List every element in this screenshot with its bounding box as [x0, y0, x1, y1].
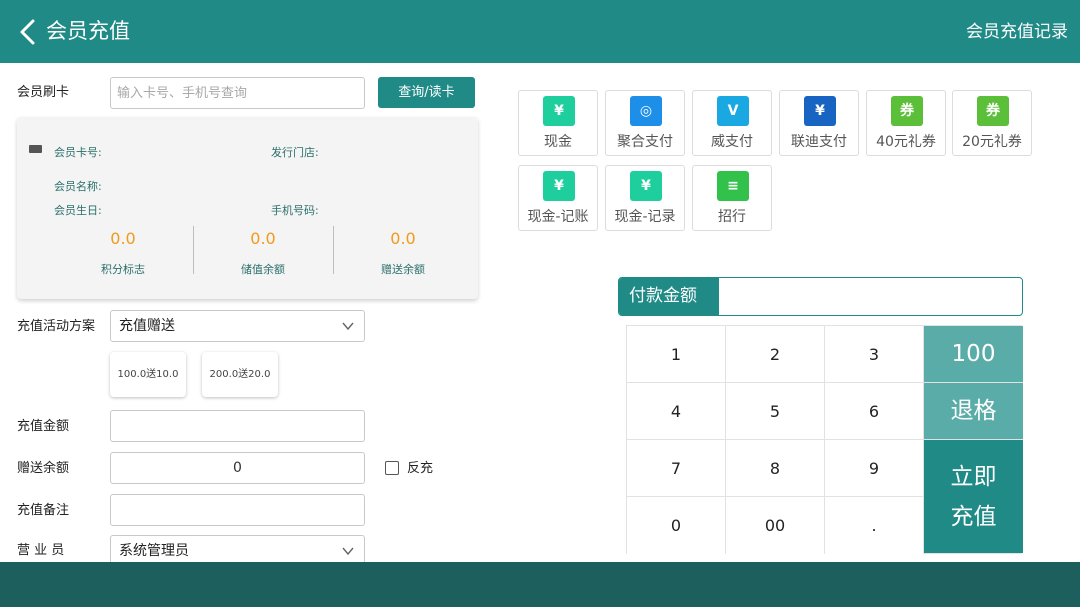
- recharge-plan-label: 充值活动方案: [17, 319, 96, 334]
- key-00[interactable]: 00: [726, 497, 825, 554]
- key-8[interactable]: 8: [726, 440, 825, 497]
- points-label: 积分标志: [101, 263, 145, 276]
- recharge-amount-field[interactable]: [110, 410, 365, 442]
- bottom-bar: [0, 562, 1080, 607]
- cash-icon: ¥: [630, 171, 662, 201]
- plan-option-chip[interactable]: 100.0送10.0: [110, 352, 186, 397]
- card-swipe-label: 会员刷卡: [17, 85, 70, 100]
- payment-cmb[interactable]: ≡ 招行: [692, 165, 772, 231]
- payment-label: 联迪支付: [791, 134, 847, 150]
- numeric-keypad: 1 2 3 4 5 6 7 8 9 0 00 . 100 退格 立即 充值: [626, 325, 1023, 554]
- stored-balance-value: 0.0: [250, 229, 276, 248]
- pay-amount-label: 付款金额: [619, 278, 719, 315]
- key-7[interactable]: 7: [627, 440, 726, 497]
- reverse-recharge-checkbox[interactable]: [385, 461, 399, 475]
- recharge-amount-input[interactable]: [111, 411, 364, 441]
- recharge-remark-input[interactable]: [111, 495, 364, 525]
- aggregate-pay-icon: ◎: [630, 96, 662, 126]
- gift-amount-input[interactable]: [111, 453, 364, 483]
- clerk-value: 系统管理员: [119, 543, 189, 559]
- stored-balance-label: 储值余额: [241, 263, 285, 276]
- payment-landi[interactable]: ¥ 联迪支付: [779, 90, 859, 156]
- v-pay-icon: V: [717, 96, 749, 126]
- recharge-plan-value: 充值赠送: [119, 318, 175, 334]
- recharge-now-label-line2: 充值: [950, 504, 997, 530]
- recharge-remark-label: 充值备注: [17, 503, 70, 518]
- payment-label: 40元礼券: [876, 134, 936, 150]
- query-read-card-button[interactable]: 查询/读卡: [378, 77, 475, 108]
- key-6[interactable]: 6: [825, 383, 924, 440]
- stat-divider: [193, 226, 194, 274]
- gift-amount-label: 赠送余额: [17, 461, 70, 476]
- payment-v-pay[interactable]: V 威支付: [692, 90, 772, 156]
- key-5[interactable]: 5: [726, 383, 825, 440]
- page-title: 会员充值: [46, 19, 130, 43]
- payment-cash[interactable]: ¥ 现金: [518, 90, 598, 156]
- reverse-recharge-label: 反充: [407, 461, 434, 476]
- chevron-left-icon[interactable]: [16, 18, 40, 46]
- card-search-input[interactable]: [111, 78, 364, 108]
- coupon-icon: 券: [891, 96, 923, 126]
- plan-option-chip[interactable]: 200.0送20.0: [202, 352, 278, 397]
- recharge-now-label-line1: 立即: [950, 464, 997, 490]
- payment-aggregate[interactable]: ◎ 聚合支付: [605, 90, 685, 156]
- chevron-down-icon: [342, 547, 354, 556]
- key-dot[interactable]: .: [825, 497, 924, 554]
- stat-divider: [333, 226, 334, 274]
- bank-card-icon: ≡: [717, 171, 749, 201]
- recharge-amount-label: 充值金额: [17, 419, 70, 434]
- payment-coupon-20[interactable]: 券 20元礼券: [952, 90, 1032, 156]
- key-0[interactable]: 0: [627, 497, 726, 554]
- vip-card-icon: [29, 145, 42, 153]
- key-2[interactable]: 2: [726, 326, 825, 383]
- card-search-field[interactable]: [110, 77, 365, 109]
- coupon-icon: 券: [977, 96, 1009, 126]
- payment-label: 20元礼券: [962, 134, 1022, 150]
- payment-cash-record[interactable]: ¥ 现金-记录: [605, 165, 685, 231]
- gift-amount-field[interactable]: [110, 452, 365, 484]
- clerk-label: 营 业 员: [17, 543, 65, 558]
- cash-icon: ¥: [543, 171, 575, 201]
- phone-number-label: 手机号码:: [271, 204, 319, 217]
- member-birthday-label: 会员生日:: [54, 204, 102, 217]
- payment-coupon-40[interactable]: 券 40元礼券: [866, 90, 946, 156]
- points-value: 0.0: [110, 229, 136, 248]
- payment-label: 现金-记账: [527, 209, 589, 225]
- gift-balance-value: 0.0: [390, 229, 416, 248]
- backspace-button[interactable]: 退格: [924, 383, 1023, 440]
- quick-100-button[interactable]: 100: [924, 326, 1023, 383]
- recharge-record-link[interactable]: 会员充值记录: [966, 19, 1068, 45]
- recharge-now-button[interactable]: 立即 充值: [924, 440, 1023, 553]
- member-name-label: 会员名称:: [54, 180, 102, 193]
- card-number-label: 会员卡号:: [54, 146, 102, 159]
- payment-label: 聚合支付: [617, 134, 673, 150]
- key-4[interactable]: 4: [627, 383, 726, 440]
- member-info-card: 会员卡号: 发行门店: 会员名称: 会员生日: 手机号码: 0.0 积分标志 0…: [17, 117, 478, 299]
- key-1[interactable]: 1: [627, 326, 726, 383]
- pay-amount-field[interactable]: 付款金额: [618, 277, 1023, 316]
- app-header: 会员充值 会员充值记录: [0, 0, 1080, 63]
- recharge-plan-select[interactable]: 充值赠送: [110, 310, 365, 342]
- payment-label: 威支付: [711, 134, 753, 150]
- key-3[interactable]: 3: [825, 326, 924, 383]
- payment-label: 现金: [544, 134, 572, 150]
- recharge-remark-field[interactable]: [110, 494, 365, 526]
- landi-pay-icon: ¥: [804, 96, 836, 126]
- chevron-down-icon: [342, 322, 354, 331]
- payment-label: 招行: [718, 209, 746, 225]
- payment-cash-bookkeeping[interactable]: ¥ 现金-记账: [518, 165, 598, 231]
- pay-amount-input[interactable]: [723, 278, 1018, 315]
- payment-label: 现金-记录: [614, 209, 676, 225]
- cash-icon: ¥: [543, 96, 575, 126]
- key-9[interactable]: 9: [825, 440, 924, 497]
- gift-balance-label: 赠送余额: [381, 263, 425, 276]
- issuing-store-label: 发行门店:: [271, 146, 319, 159]
